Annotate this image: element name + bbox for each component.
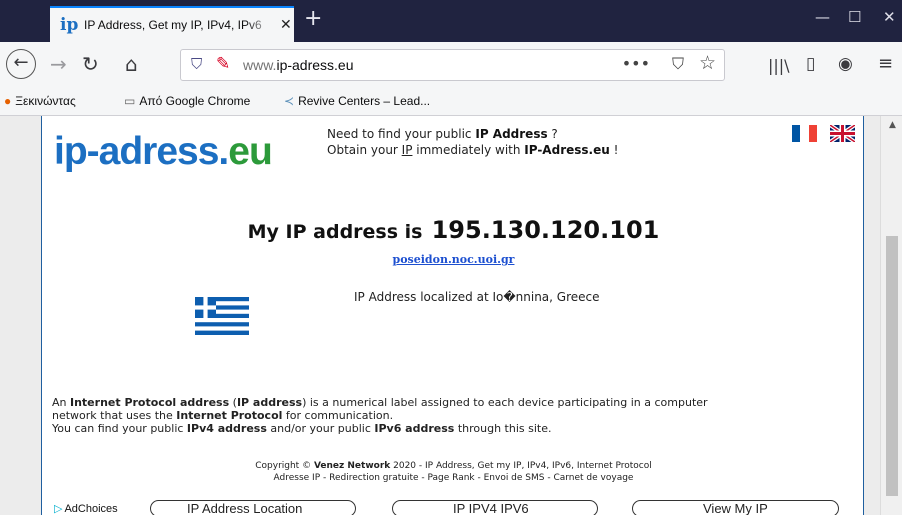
page-container: ip-adress.eu Need to find your public IP… — [41, 116, 864, 515]
url-text[interactable]: www.ip-adress.eu — [243, 57, 354, 73]
sidebar-icon[interactable]: ▯ — [806, 52, 815, 76]
library-icon[interactable]: |||\ — [768, 54, 790, 78]
tab-strip: ip IP Address, Get my IP, IPv4, IPv6 ✕ +… — [0, 0, 902, 42]
close-tab-icon[interactable]: ✕ — [280, 17, 292, 33]
bookmark-item[interactable]: ≺ Revive Centers – Lead... — [284, 94, 430, 108]
account-icon[interactable]: ◉ — [838, 52, 853, 76]
french-flag-icon[interactable] — [792, 125, 817, 142]
page-actions-more-icon[interactable]: ••• — [622, 54, 650, 73]
folder-icon: ▭ — [124, 94, 136, 108]
bookmark-item[interactable]: ● Ξεκινώντας — [4, 94, 76, 108]
browser-tab[interactable]: ip IP Address, Get my IP, IPv4, IPv6 ✕ — [50, 6, 294, 42]
page-viewport: ip-adress.eu Need to find your public IP… — [0, 116, 902, 515]
new-tab-button[interactable]: + — [304, 6, 322, 31]
copyright-footer: Copyright © Venez Network 2020 - IP Addr… — [255, 461, 652, 483]
tagline: Need to find your public IP Address ? Ob… — [327, 127, 619, 157]
uk-flag-icon[interactable] — [830, 125, 855, 142]
revive-icon: ≺ — [284, 94, 295, 108]
menu-icon[interactable]: ≡ — [878, 52, 893, 76]
scrollbar-thumb[interactable] — [886, 236, 898, 496]
back-button[interactable]: ← — [6, 49, 36, 79]
insecure-connection-icon[interactable]: ✎ — [216, 54, 230, 74]
ip-location-text: IP Address localized at Io�nnina, Greece — [354, 290, 600, 304]
home-button[interactable]: ⌂ — [125, 52, 138, 76]
site-favicon-icon: ip — [60, 14, 79, 35]
scroll-up-arrow-icon[interactable]: ▲ — [889, 120, 896, 130]
minimize-button[interactable]: — — [815, 8, 830, 26]
bookmark-folder[interactable]: ▭ Από Google Chrome — [124, 94, 250, 108]
hostname-link[interactable]: poseidon.noc.uoi.gr — [42, 253, 865, 266]
ad-link-ip-ipv4-ipv6[interactable]: IP IPV4 IPV6 — [392, 500, 598, 515]
pocket-icon[interactable]: ⛉ — [672, 54, 684, 74]
close-window-button[interactable]: ✕ — [883, 8, 896, 26]
adchoices-icon: ▷ — [54, 503, 63, 515]
reload-button[interactable]: ↻ — [82, 52, 99, 76]
ad-links-bar: ▷ AdChoices IP Address Location IP IPV4 I… — [42, 499, 865, 515]
tracking-shield-icon[interactable]: ⛉ — [191, 55, 202, 73]
my-ip-heading: My IP address is 195.130.120.101 — [42, 216, 865, 244]
ip-description: An Internet Protocol address (IP address… — [52, 396, 708, 435]
greece-flag-icon — [195, 297, 249, 335]
navigation-toolbar: ← → ↻ ⌂ ⛉ ✎ www.ip-adress.eu ••• ⛉ ☆ |||… — [0, 42, 902, 88]
my-ip-value: 195.130.120.101 — [431, 216, 660, 244]
tab-title: IP Address, Get my IP, IPv4, IPv6 — [84, 18, 262, 32]
address-bar[interactable]: ⛉ ✎ www.ip-adress.eu ••• ⛉ ☆ — [180, 49, 725, 81]
ad-link-view-my-ip[interactable]: View My IP — [632, 500, 839, 515]
ad-link-ip-address-location[interactable]: IP Address Location — [150, 500, 356, 515]
adchoices-link[interactable]: ▷ AdChoices — [54, 502, 118, 515]
maximize-button[interactable]: ☐ — [848, 8, 861, 26]
firefox-icon: ● — [4, 94, 12, 108]
vertical-scrollbar[interactable]: ▲ — [880, 116, 902, 515]
star-icon[interactable]: ☆ — [699, 52, 716, 74]
my-ip-label: My IP address is — [247, 221, 423, 243]
site-logo[interactable]: ip-adress.eu — [54, 132, 273, 171]
bookmarks-toolbar: ● Ξεκινώντας ▭ Από Google Chrome ≺ Revive C… — [0, 88, 902, 116]
forward-button[interactable]: → — [50, 52, 67, 76]
